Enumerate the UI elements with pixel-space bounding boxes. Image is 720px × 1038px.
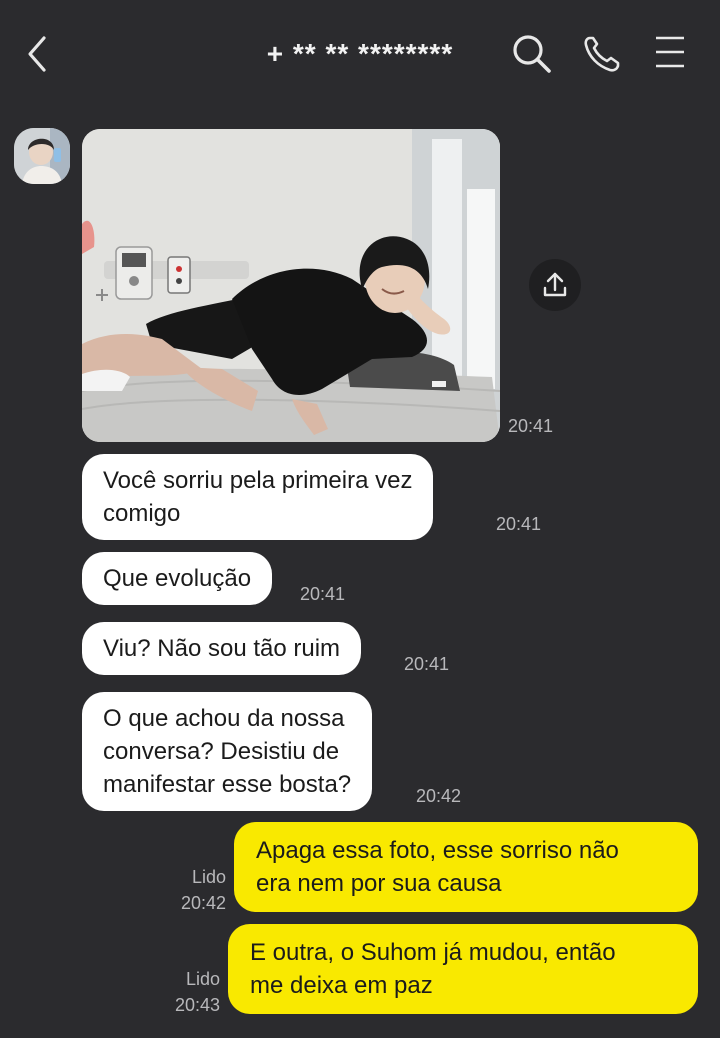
message-line: me deixa em paz xyxy=(250,972,433,999)
message-time: 20:43 xyxy=(174,995,220,1015)
message-line: era nem por sua causa xyxy=(256,870,502,897)
incoming-message-bubble[interactable]: Que evolução xyxy=(82,552,273,605)
call-button[interactable] xyxy=(580,32,624,76)
outgoing-message-bubble[interactable]: Apaga essa foto, esse sorriso não era ne… xyxy=(234,822,698,912)
incoming-message-bubble[interactable]: Viu? Não sou tão ruim xyxy=(82,622,362,675)
search-button[interactable] xyxy=(510,32,554,76)
search-icon xyxy=(513,35,551,73)
message-line: comigo xyxy=(103,500,181,527)
read-receipt: Lido 20:43 xyxy=(154,966,220,1018)
message-line: Você sorriu pela primeira vez xyxy=(103,467,413,494)
message-time: 20:41 xyxy=(508,416,554,436)
message-time: 20:42 xyxy=(416,786,462,806)
back-button[interactable] xyxy=(22,34,52,74)
message-time: 20:41 xyxy=(300,584,346,604)
read-label: Lido xyxy=(191,867,226,887)
message-line: E outra, o Suhom já mudou, então xyxy=(250,939,616,966)
message-line: manifestar esse bosta? xyxy=(103,771,352,798)
message-time: 20:41 xyxy=(404,654,450,674)
incoming-message-bubble[interactable]: Você sorriu pela primeira vez comigo xyxy=(82,454,434,540)
contact-title[interactable]: + ** ** ******** xyxy=(230,36,490,72)
message-line: conversa? Desistiu de xyxy=(103,738,340,765)
share-button[interactable] xyxy=(529,259,581,311)
photo-image xyxy=(82,129,500,442)
read-label: Lido xyxy=(185,969,220,989)
message-line: Apaga essa foto, esse sorriso não xyxy=(256,837,619,864)
message-line: Viu? Não sou tão ruim xyxy=(103,635,341,662)
incoming-message-bubble[interactable]: O que achou da nossa conversa? Desistiu … xyxy=(82,692,373,811)
message-time: 20:42 xyxy=(180,893,226,913)
outgoing-message-bubble[interactable]: E outra, o Suhom já mudou, então me deix… xyxy=(228,924,698,1014)
menu-button[interactable] xyxy=(648,32,692,76)
contact-avatar[interactable] xyxy=(14,128,70,184)
chevron-left-icon xyxy=(28,36,46,72)
avatar-image xyxy=(14,128,70,184)
share-icon xyxy=(543,272,567,297)
message-time: 20:41 xyxy=(496,514,542,534)
message-line: O que achou da nossa xyxy=(103,705,345,732)
read-receipt: Lido 20:42 xyxy=(160,864,226,916)
message-line: Que evolução xyxy=(103,565,252,592)
image-message[interactable] xyxy=(82,129,500,442)
chat-header: + ** ** ******** xyxy=(0,0,720,100)
phone-icon xyxy=(584,36,620,72)
menu-icon xyxy=(656,36,684,68)
